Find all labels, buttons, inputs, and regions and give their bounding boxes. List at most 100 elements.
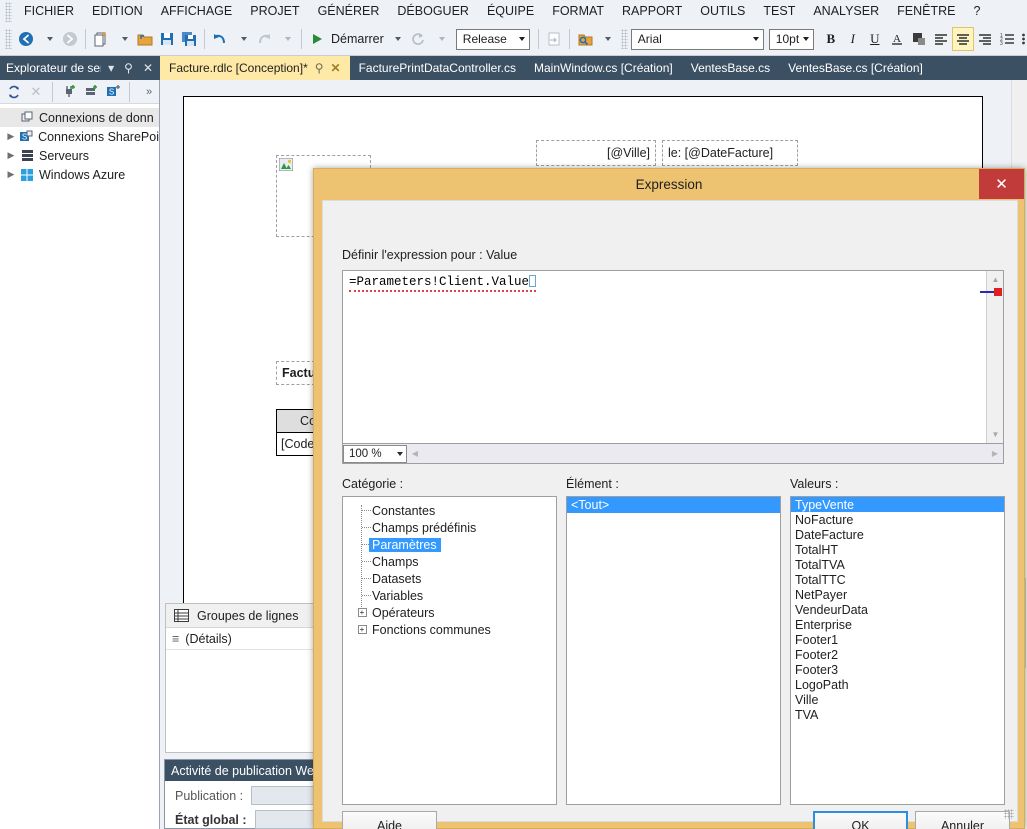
bulleted-list-button[interactable] [1018, 27, 1027, 51]
menu-item-rapport[interactable]: RAPPORT [613, 1, 691, 22]
value-item-vendeurdata[interactable]: VendeurData [791, 602, 1004, 617]
ok-button[interactable]: OK [813, 811, 908, 829]
expression-editor[interactable]: =Parameters!Client.Value ▲ ▼ [342, 270, 1004, 444]
tab-facture-rdlc[interactable]: Facture.rdlc [Conception]* ⚲ ✕ [160, 56, 350, 80]
scroll-up-icon[interactable]: ▲ [987, 271, 1004, 288]
tab-ventesbase[interactable]: VentesBase.cs [682, 56, 779, 80]
font-size-combo[interactable]: 10pt [768, 28, 814, 50]
value-item-footer1[interactable]: Footer1 [791, 632, 1004, 647]
overflow-icon[interactable]: » [139, 82, 159, 102]
restart-dropdown[interactable] [430, 27, 452, 51]
numbered-list-button[interactable]: 123 [996, 27, 1018, 51]
align-right-button[interactable] [974, 27, 996, 51]
category-item-champs-predefinis[interactable]: Champs prédéfinis [343, 519, 556, 536]
restart-button[interactable] [408, 27, 430, 51]
new-project-dropdown[interactable] [112, 27, 134, 51]
resize-grip[interactable] [1004, 809, 1014, 819]
tree-item-windows-azure[interactable]: ▶ Windows Azure [0, 165, 159, 184]
value-item-totalttc[interactable]: TotalTTC [791, 572, 1004, 587]
menu-item-generer[interactable]: GÉNÉRER [309, 1, 389, 22]
attach-process-button[interactable] [543, 27, 565, 51]
element-item-tout[interactable]: <Tout> [567, 497, 780, 513]
value-item-nofacture[interactable]: NoFacture [791, 512, 1004, 527]
pin-icon[interactable]: ⚲ [315, 61, 324, 75]
new-project-button[interactable] [90, 27, 112, 51]
value-item-tva[interactable]: TVA [791, 707, 1004, 722]
value-item-totaltva[interactable]: TotalTVA [791, 557, 1004, 572]
open-file-button[interactable] [134, 27, 156, 51]
close-icon[interactable]: ✕ [331, 61, 341, 75]
help-button[interactable]: Aide [342, 811, 437, 829]
undo-dropdown[interactable] [231, 27, 253, 51]
category-item-variables[interactable]: Variables [343, 587, 556, 604]
expander[interactable]: ▶ [4, 150, 18, 161]
bold-button[interactable]: B [820, 27, 842, 51]
save-button[interactable] [156, 27, 178, 51]
font-color-button[interactable]: A [886, 27, 908, 51]
cancel-button[interactable]: Annuler [915, 811, 1010, 829]
solution-configuration-combo[interactable]: Release [455, 28, 530, 50]
value-item-logopath[interactable]: LogoPath [791, 677, 1004, 692]
category-item-champs[interactable]: Champs [343, 553, 556, 570]
tree-expander[interactable]: + [355, 621, 369, 638]
menu-item-test[interactable]: TEST [754, 1, 804, 22]
find-in-files-button[interactable] [574, 27, 596, 51]
scroll-down-icon[interactable]: ▼ [987, 426, 1004, 443]
font-family-combo[interactable]: Arial [630, 28, 764, 50]
background-color-button[interactable] [908, 27, 930, 51]
value-item-typevente[interactable]: TypeVente [791, 497, 1004, 512]
refresh-icon[interactable] [4, 82, 24, 102]
menu-item-affichage[interactable]: AFFICHAGE [152, 1, 242, 22]
pin-icon[interactable]: ⚲ [121, 61, 136, 75]
menu-item-projet[interactable]: PROJET [241, 1, 308, 22]
value-item-footer3[interactable]: Footer3 [791, 662, 1004, 677]
redo-dropdown[interactable] [275, 27, 297, 51]
add-server-icon[interactable] [81, 82, 101, 102]
tab-mainwindow-creation[interactable]: MainWindow.cs [Création] [525, 56, 682, 80]
navigate-back-dropdown[interactable] [37, 27, 59, 51]
navigate-forward-button[interactable] [59, 27, 81, 51]
tree-item-sharepoint-connections[interactable]: ▶ S Connexions SharePoi [0, 127, 159, 146]
category-item-operateurs[interactable]: + Opérateurs [343, 604, 556, 621]
align-center-button[interactable] [951, 27, 974, 51]
hscroll-left-icon[interactable]: ◀ [407, 445, 423, 463]
tree-item-data-connections[interactable]: Connexions de donn [0, 108, 159, 127]
value-item-footer2[interactable]: Footer2 [791, 647, 1004, 662]
category-item-datasets[interactable]: Datasets [343, 570, 556, 587]
menu-item-fichier[interactable]: FICHIER [15, 1, 83, 22]
add-sharepoint-icon[interactable]: S [103, 82, 123, 102]
value-item-enterprise[interactable]: Enterprise [791, 617, 1004, 632]
align-left-button[interactable] [930, 27, 952, 51]
tab-ventesbase-creation[interactable]: VentesBase.cs [Création] [779, 56, 932, 80]
report-field-ville[interactable]: [@Ville] [536, 140, 656, 166]
menu-item-outils[interactable]: OUTILS [691, 1, 754, 22]
underline-button[interactable]: U [864, 27, 886, 51]
overflow-button-1[interactable] [596, 27, 618, 51]
chevron-down-icon[interactable]: ▾ [105, 61, 117, 75]
start-debug-dropdown[interactable] [386, 27, 408, 51]
expander[interactable]: ▶ [4, 131, 18, 142]
redo-button[interactable] [253, 27, 275, 51]
connect-to-database-icon[interactable] [59, 82, 79, 102]
tree-expander[interactable]: + [355, 604, 369, 621]
menu-item-edition[interactable]: EDITION [83, 1, 152, 22]
close-button[interactable]: ✕ [979, 169, 1024, 199]
report-field-datefacture[interactable]: le: [@DateFacture] [662, 140, 798, 166]
save-all-button[interactable] [178, 27, 200, 51]
category-listbox[interactable]: Constantes Champs prédéfinis Paramètres … [342, 496, 557, 805]
close-icon[interactable]: ✕ [140, 61, 156, 75]
hscroll-right-icon[interactable]: ▶ [987, 445, 1003, 463]
menu-item-help[interactable]: ? [964, 1, 989, 22]
element-listbox[interactable]: <Tout> [566, 496, 781, 805]
hscroll-track[interactable] [423, 444, 987, 463]
expander[interactable]: ▶ [4, 169, 18, 180]
menu-item-deboguer[interactable]: DÉBOGUER [388, 1, 478, 22]
start-debug-button[interactable] [306, 27, 328, 51]
value-item-totalht[interactable]: TotalHT [791, 542, 1004, 557]
undo-button[interactable] [209, 27, 231, 51]
category-item-fonctions-communes[interactable]: + Fonctions communes [343, 621, 556, 638]
tab-factureprintdatacontroller[interactable]: FacturePrintDataController.cs [350, 56, 525, 80]
value-item-datefacture[interactable]: DateFacture [791, 527, 1004, 542]
menu-item-equipe[interactable]: ÉQUIPE [478, 1, 543, 22]
tree-item-servers[interactable]: ▶ Serveurs [0, 146, 159, 165]
